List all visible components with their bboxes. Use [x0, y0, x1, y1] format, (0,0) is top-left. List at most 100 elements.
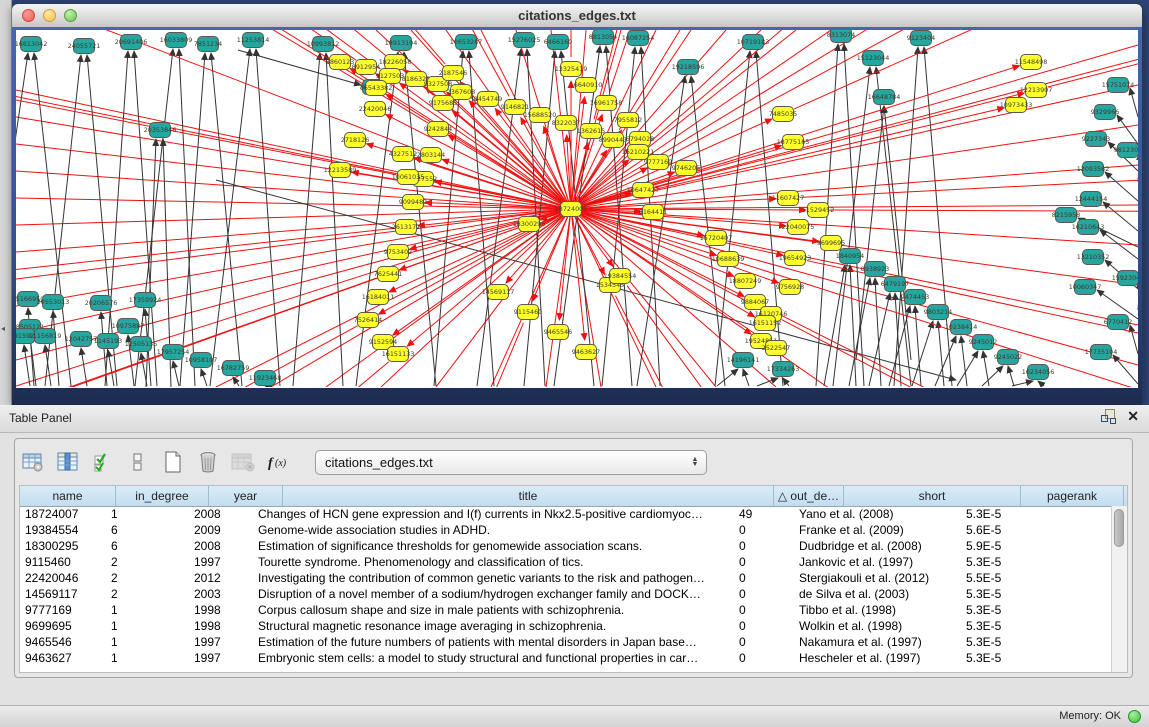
graph-node[interactable]: 9803214 — [924, 305, 952, 320]
graph-node[interactable]: 6770412 — [1104, 315, 1132, 330]
table-cell[interactable]: 22420046 — [20, 570, 106, 586]
graph-node[interactable]: 13210352 — [1077, 250, 1110, 265]
table-cell[interactable]: 1997 — [189, 634, 253, 650]
table-cell[interactable]: 0 — [734, 554, 794, 570]
table-cell[interactable]: Yano et al. (2008) — [794, 506, 961, 522]
table-cell[interactable]: 5.3E-5 — [961, 634, 1054, 650]
graph-node[interactable]: 19218596 — [672, 60, 705, 75]
scrollbar-thumb[interactable] — [1114, 509, 1124, 547]
table-cell[interactable]: 0 — [734, 634, 794, 650]
column-header-in_degree[interactable]: in_degree — [116, 486, 209, 506]
column-header-name[interactable]: name — [20, 486, 116, 506]
table-row[interactable]: 977716911998Corpus callosum shape and si… — [20, 602, 1112, 618]
graph-node[interactable]: 10238414 — [945, 320, 978, 335]
new-table-icon[interactable] — [161, 450, 185, 474]
table-cell[interactable]: 1 — [106, 634, 189, 650]
table-cell[interactable]: 14569117 — [20, 586, 106, 602]
graph-node[interactable]: 16648784 — [868, 90, 901, 105]
table-cell[interactable]: 2003 — [189, 586, 253, 602]
table-cell[interactable]: 5.3E-5 — [961, 602, 1054, 618]
graph-node[interactable]: 9465546 — [544, 325, 572, 340]
graph-node[interactable]: 9474453 — [901, 290, 929, 305]
graph-node[interactable]: 7851234 — [194, 37, 222, 52]
graph-node[interactable]: 16613042 — [16, 37, 47, 52]
table-cell[interactable]: 2009 — [189, 522, 253, 538]
table-cell[interactable]: 0 — [734, 570, 794, 586]
table-cell[interactable]: 1998 — [189, 618, 253, 634]
table-cell[interactable]: 9465546 — [20, 634, 106, 650]
table-cell[interactable]: 2012 — [189, 570, 253, 586]
table-cell[interactable]: Structural magnetic resonance image aver… — [253, 618, 734, 634]
table-cell[interactable]: Genome-wide association studies in ADHD. — [253, 522, 734, 538]
graph-node[interactable]: 20691406 — [115, 35, 148, 50]
graph-node[interactable]: 10719183 — [737, 35, 770, 50]
graph-node[interactable]: 12444154 — [1075, 192, 1108, 207]
table-cell[interactable]: 18724007 — [20, 506, 106, 522]
table-row[interactable]: 946554611997Estimation of the future num… — [20, 634, 1112, 650]
table-row[interactable]: 1938455462009Genome-wide association stu… — [20, 522, 1112, 538]
graph-node[interactable]: 1840954 — [836, 249, 864, 264]
table-cell[interactable]: 2008 — [189, 506, 253, 522]
table-cell[interactable]: 2 — [106, 586, 189, 602]
graph-node[interactable]: 12042757 — [65, 332, 98, 347]
table-cell[interactable]: 5.9E-5 — [961, 538, 1054, 554]
graph-node[interactable]: 12093582 — [1077, 162, 1110, 177]
network-canvas[interactable]: 16613042 24055721 20691406 160338097851234 1… — [16, 30, 1138, 388]
graph-node[interactable]: 16961758 — [590, 96, 623, 111]
graph-node[interactable]: 8215958 — [1052, 208, 1080, 223]
graph-node[interactable]: 16033809 — [160, 33, 193, 48]
table-cell[interactable]: Nakamura et al. (1997) — [794, 634, 961, 650]
column-header-year[interactable]: year — [209, 486, 283, 506]
graph-node[interactable]: 8938923 — [861, 262, 889, 277]
graph-node[interactable]: 15751074 — [1102, 78, 1135, 93]
table-row[interactable]: 911546021997Tourette syndrome. Phenomeno… — [20, 554, 1112, 570]
vertical-scrollbar[interactable] — [1111, 506, 1127, 672]
graph-node[interactable]: 10688639 — [712, 252, 745, 267]
graph-node[interactable]: 10653287 — [450, 35, 483, 50]
graph-node[interactable]: 20206576 — [85, 296, 118, 311]
table-cell[interactable]: Estimation of significance thresholds fo… — [253, 538, 734, 554]
graph-node[interactable]: 9746205 — [672, 161, 700, 176]
row-pair-icon[interactable] — [126, 450, 150, 474]
table-cell[interactable]: 0 — [734, 586, 794, 602]
table-row[interactable]: 2242004622012Investigating the contribut… — [20, 570, 1112, 586]
graph-node[interactable]: 18226058 — [379, 55, 412, 70]
table-row[interactable]: 946362711997Embryonic stem cells: a mode… — [20, 650, 1112, 666]
table-cell[interactable]: 5.3E-5 — [961, 618, 1054, 634]
table-cell[interactable]: Investigating the contribution of common… — [253, 570, 734, 586]
table-cell[interactable]: 5.6E-5 — [961, 522, 1054, 538]
graph-node[interactable]: 9245022 — [994, 350, 1022, 365]
graph-node[interactable]: 11253814 — [237, 33, 270, 48]
graph-node[interactable]: 9756928 — [776, 280, 804, 295]
graph-node[interactable]: 20353846 — [144, 123, 177, 138]
table-row[interactable]: 969969511998Structural magnetic resonanc… — [20, 618, 1112, 634]
table-select[interactable]: citations_edges.txt▲▼ — [315, 450, 707, 475]
table-cell[interactable]: 6 — [106, 538, 189, 554]
table-cell[interactable]: Tourette syndrome. Phenomenology and cla… — [253, 554, 734, 570]
table-cell[interactable]: Dudbridge et al. (2008) — [794, 538, 961, 554]
table-cell[interactable]: 1998 — [189, 602, 253, 618]
graph-node[interactable]: 2522547 — [762, 341, 790, 356]
graph-node[interactable]: 18913104 — [385, 36, 418, 51]
table-cell[interactable]: Tibbo et al. (1998) — [794, 602, 961, 618]
table-cell[interactable]: Wolkin et al. (1998) — [794, 618, 961, 634]
graph-node[interactable]: 16640910 — [570, 78, 603, 93]
function-builder-icon[interactable]: f(x) — [266, 450, 290, 474]
table-settings-icon[interactable] — [21, 450, 45, 474]
graph-node[interactable]: 7955812 — [614, 113, 642, 128]
close-panel-icon[interactable]: ✕ — [1127, 409, 1139, 423]
select-rows-icon[interactable] — [91, 450, 115, 474]
graph-node[interactable]: 9329966 — [1091, 105, 1119, 120]
graph-node[interactable]: 15923044 — [1112, 271, 1138, 286]
graph-node[interactable]: 7625441 — [374, 267, 402, 282]
table-cell[interactable]: 5.3E-5 — [961, 586, 1054, 602]
graph-node[interactable]: 10234056 — [1022, 365, 1055, 380]
graph-node[interactable]: 9753402 — [384, 245, 412, 260]
table-cell[interactable]: Franke et al. (2009) — [794, 522, 961, 538]
graph-node[interactable]: 2187546 — [439, 66, 467, 81]
graph-node[interactable]: 24055721 — [68, 39, 101, 54]
graph-node[interactable]: 10975887 — [112, 319, 145, 334]
graph-node[interactable]: 17735104 — [1085, 345, 1118, 360]
table-cell[interactable]: Changes of HCN gene expression and I(f) … — [253, 506, 734, 522]
table-cell[interactable]: 0 — [734, 618, 794, 634]
